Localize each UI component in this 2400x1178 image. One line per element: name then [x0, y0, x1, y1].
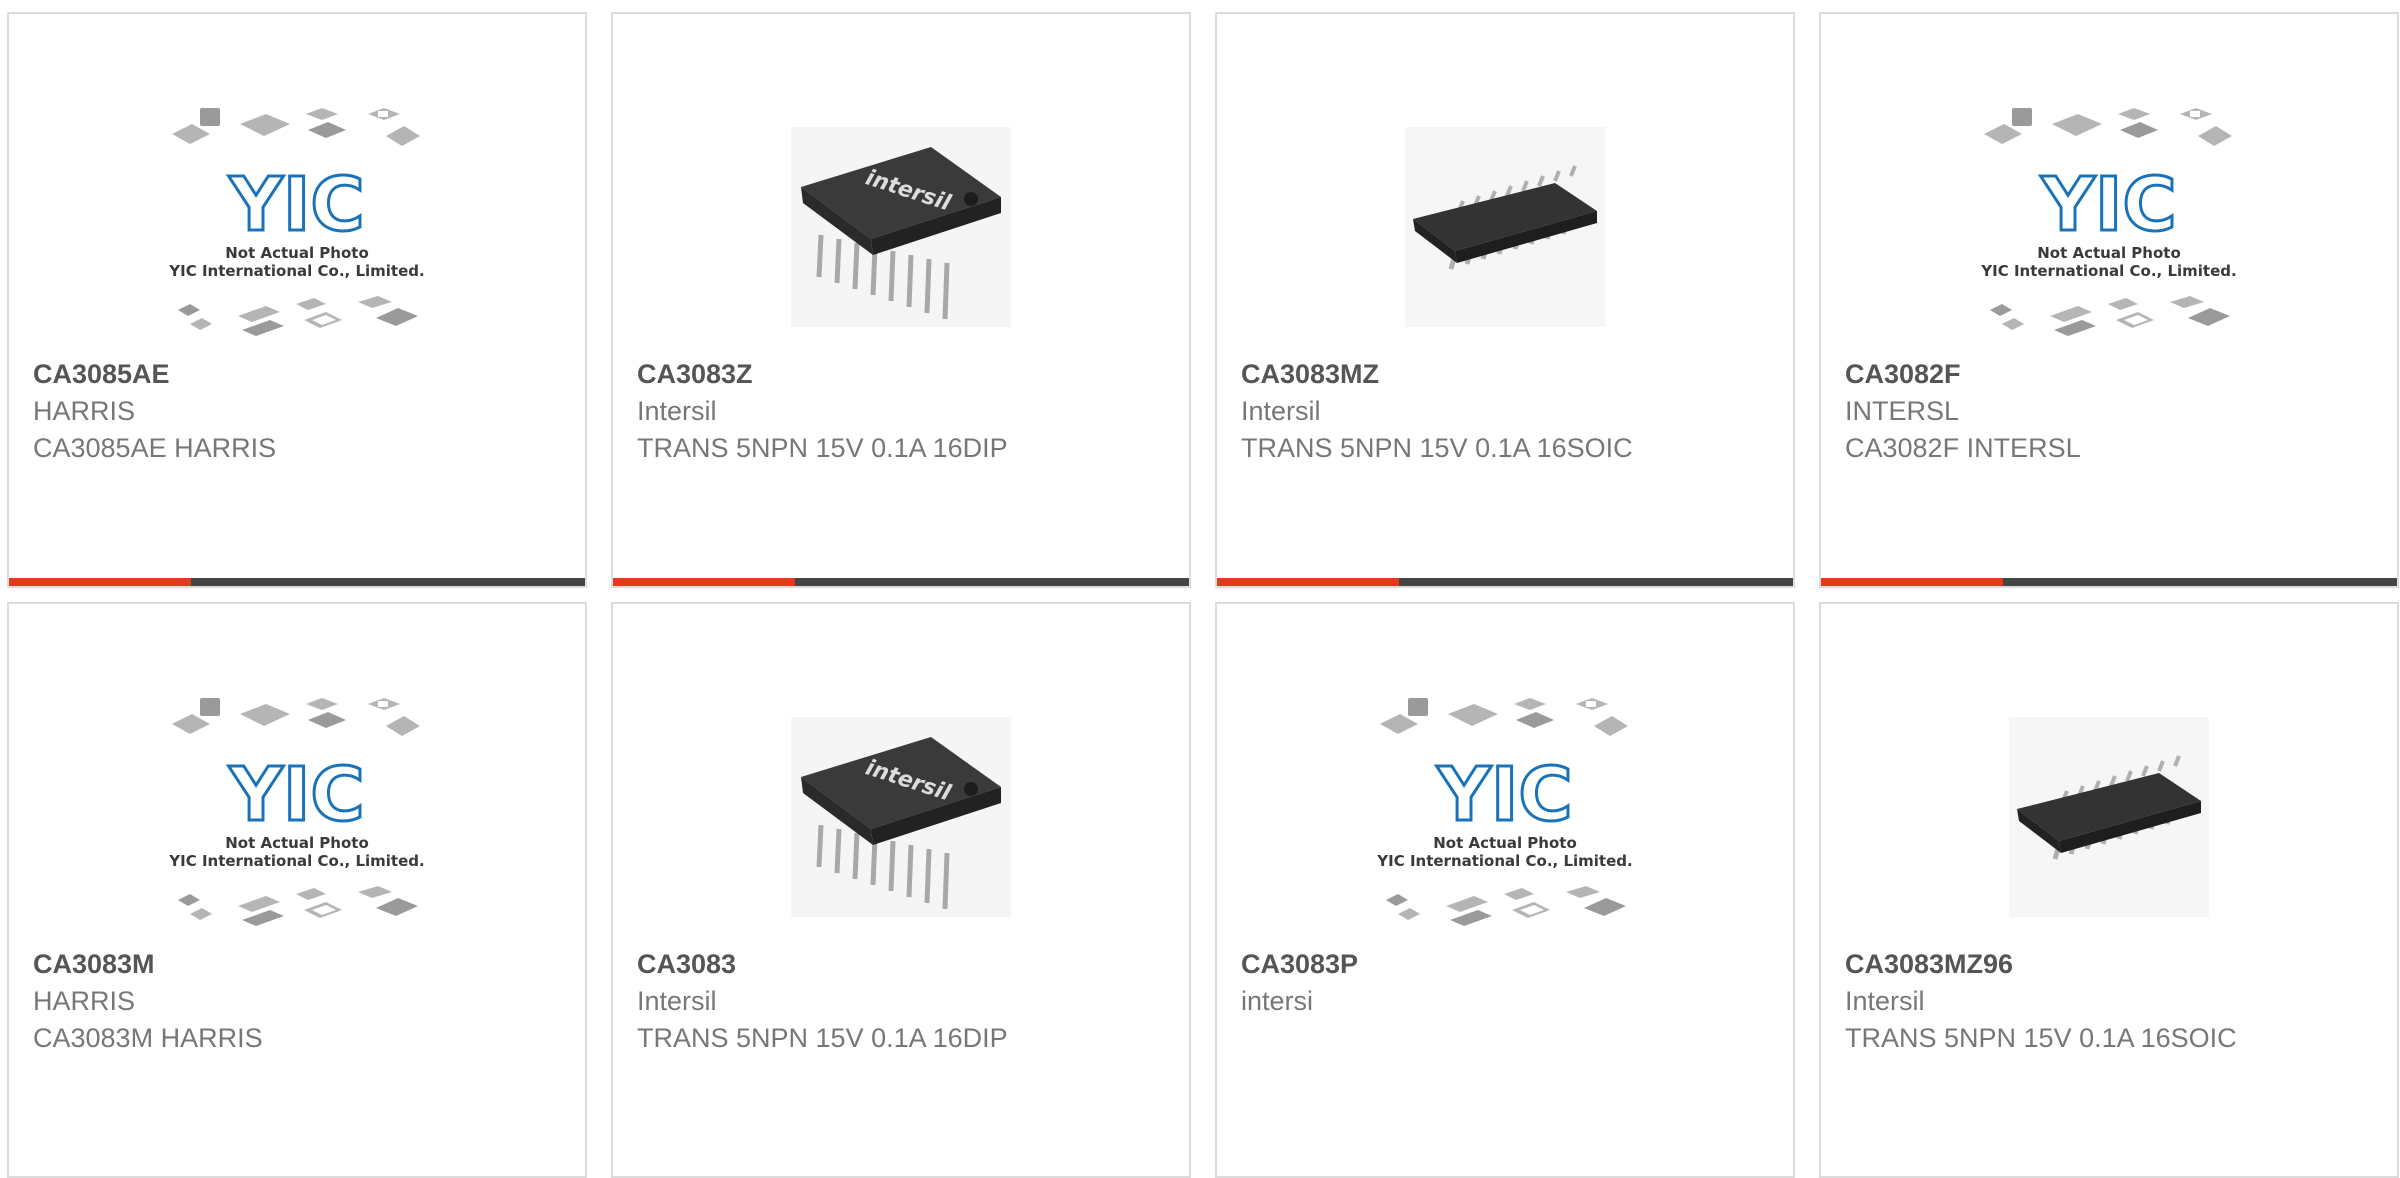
- dip16-chip-icon: intersil: [791, 127, 1011, 327]
- product-card[interactable]: YIC Not Actual Photo YIC International Co.…: [7, 602, 587, 1178]
- product-grid: YIC Not Actual Photo YIC International Co.…: [0, 0, 2400, 1178]
- card-accent-bar: [9, 578, 191, 586]
- part-number[interactable]: CA3082F: [1845, 356, 2377, 393]
- svg-text:YIC International Co., Limited: YIC International Co., Limited.: [168, 852, 424, 870]
- yic-not-actual-photo-icon: YICNot Actual PhotoYIC International Co.…: [1376, 698, 1633, 926]
- part-number[interactable]: CA3083MZ: [1241, 356, 1773, 393]
- product-image[interactable]: [1365, 92, 1645, 362]
- product-image[interactable]: intersil: [761, 92, 1041, 362]
- part-number[interactable]: CA3085AE: [33, 356, 565, 393]
- manufacturer: Intersil: [1845, 986, 1925, 1016]
- part-number[interactable]: CA3083MZ96: [1845, 946, 2377, 983]
- card-bottom-bar: [613, 578, 1189, 586]
- product-image[interactable]: intersil: [761, 682, 1041, 952]
- svg-text:YIC: YIC: [228, 162, 364, 248]
- product-card[interactable]: CA3083MZ96 Intersil TRANS 5NPN 15V 0.1A …: [1819, 602, 2399, 1178]
- part-number[interactable]: CA3083M: [33, 946, 565, 983]
- card-bottom-bar: [1821, 578, 2397, 586]
- svg-text:YIC International Co., Limited: YIC International Co., Limited.: [168, 262, 424, 280]
- description: TRANS 5NPN 15V 0.1A 16SOIC: [1845, 1023, 2237, 1053]
- manufacturer: HARRIS: [33, 986, 136, 1016]
- manufacturer: Intersil: [637, 396, 717, 426]
- product-info: CA3083M HARRIS CA3083M HARRIS: [33, 946, 565, 1057]
- description: CA3083M HARRIS: [33, 1023, 263, 1053]
- product-card[interactable]: intersil CA3083Z Intersil TRANS 5NPN 15V…: [611, 12, 1191, 588]
- description: TRANS 5NPN 15V 0.1A 16SOIC: [1241, 433, 1633, 463]
- dip16-chip-icon: intersil: [791, 717, 1011, 917]
- svg-text:YIC: YIC: [2040, 162, 2176, 248]
- product-info: CA3083Z Intersil TRANS 5NPN 15V 0.1A 16D…: [637, 356, 1169, 467]
- part-number[interactable]: CA3083: [637, 946, 1169, 983]
- manufacturer: INTERSL: [1845, 396, 1960, 426]
- svg-text:YIC: YIC: [228, 752, 364, 838]
- soic16-chip-icon: [2009, 717, 2209, 917]
- product-info: CA3085AE HARRIS CA3085AE HARRIS: [33, 356, 565, 467]
- part-number[interactable]: CA3083Z: [637, 356, 1169, 393]
- part-number[interactable]: CA3083P: [1241, 946, 1773, 983]
- product-image[interactable]: [1969, 682, 2249, 952]
- product-image[interactable]: YIC Not Actual Photo YIC International Co.…: [157, 682, 437, 952]
- svg-text:Not Actual Photo: Not Actual Photo: [225, 244, 369, 262]
- manufacturer: Intersil: [637, 986, 717, 1016]
- product-image[interactable]: YIC Not Actual Photo YIC International Co.…: [1365, 682, 1645, 952]
- card-accent-bar: [1217, 578, 1399, 586]
- product-card[interactable]: intersil CA3083 Intersil TRANS 5NPN 15V …: [611, 602, 1191, 1178]
- product-image[interactable]: YIC Not Actual Photo YIC International Co.…: [157, 92, 437, 362]
- card-accent-bar: [613, 578, 795, 586]
- svg-text:YIC International Co., Limited: YIC International Co., Limited.: [1980, 262, 2236, 280]
- product-card[interactable]: CA3083MZ Intersil TRANS 5NPN 15V 0.1A 16…: [1215, 12, 1795, 588]
- manufacturer: Intersil: [1241, 396, 1321, 426]
- manufacturer: intersi: [1241, 986, 1314, 1016]
- product-info: CA3083MZ Intersil TRANS 5NPN 15V 0.1A 16…: [1241, 356, 1773, 467]
- description: TRANS 5NPN 15V 0.1A 16DIP: [637, 1023, 1008, 1053]
- manufacturer: HARRIS: [33, 396, 136, 426]
- yic-not-actual-photo-icon: YICNot Actual PhotoYIC International Co.…: [1980, 108, 2237, 336]
- soic16-chip-icon: [1405, 127, 1605, 327]
- product-card[interactable]: YIC Not Actual Photo YIC International Co.…: [1215, 602, 1795, 1178]
- svg-text:Not Actual Photo: Not Actual Photo: [2037, 244, 2181, 262]
- yic-not-actual-photo-icon: YICNot Actual PhotoYIC International Co.…: [168, 108, 425, 336]
- description: CA3085AE HARRIS: [33, 433, 277, 463]
- product-info: CA3082F INTERSL CA3082F INTERSL: [1845, 356, 2377, 467]
- svg-text:YIC: YIC: [1436, 752, 1572, 838]
- product-image[interactable]: YIC Not Actual Photo YIC International Co.…: [1969, 92, 2249, 362]
- product-card[interactable]: YIC Not Actual Photo YIC International Co.…: [7, 12, 587, 588]
- description: CA3082F INTERSL: [1845, 433, 2081, 463]
- product-info: CA3083 Intersil TRANS 5NPN 15V 0.1A 16DI…: [637, 946, 1169, 1057]
- product-info: CA3083MZ96 Intersil TRANS 5NPN 15V 0.1A …: [1845, 946, 2377, 1057]
- svg-text:Not Actual Photo: Not Actual Photo: [225, 834, 369, 852]
- description: TRANS 5NPN 15V 0.1A 16DIP: [637, 433, 1008, 463]
- card-accent-bar: [1821, 578, 2003, 586]
- product-card[interactable]: YIC Not Actual Photo YIC International Co.…: [1819, 12, 2399, 588]
- product-info: CA3083P intersi: [1241, 946, 1773, 1020]
- svg-text:YIC International Co., Limited: YIC International Co., Limited.: [1376, 852, 1632, 870]
- card-bottom-bar: [1217, 578, 1793, 586]
- yic-not-actual-photo-icon: YICNot Actual PhotoYIC International Co.…: [168, 698, 425, 926]
- card-bottom-bar: [9, 578, 585, 586]
- svg-text:Not Actual Photo: Not Actual Photo: [1433, 834, 1577, 852]
